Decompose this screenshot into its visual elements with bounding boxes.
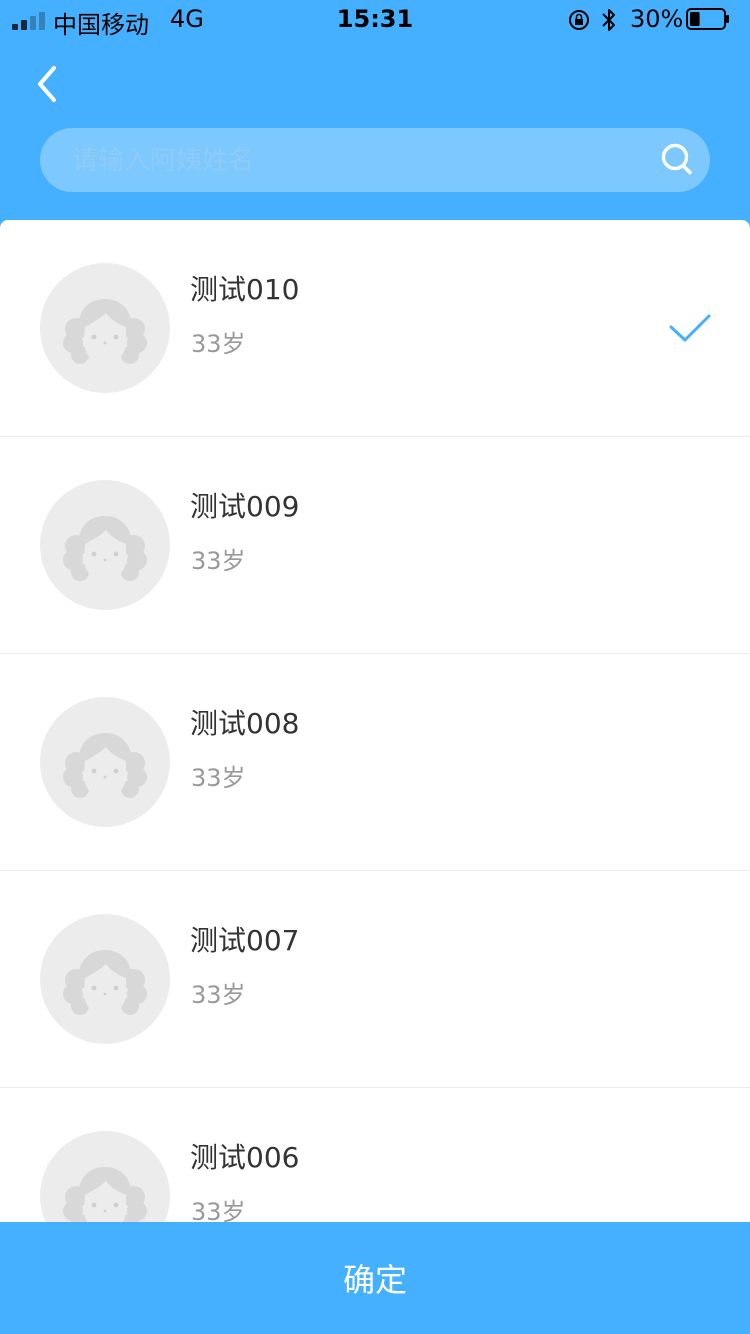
- caregiver-row[interactable]: 测试008 33岁: [0, 654, 750, 871]
- battery-percent: 30%: [630, 5, 684, 33]
- search-bar: [40, 128, 710, 194]
- caregiver-list: 测试010 33岁 测试009 33岁 测试008 33岁 测试007 33岁 测试00…: [0, 220, 750, 1222]
- caregiver-age: 33岁: [191, 764, 246, 792]
- avatar: [40, 1131, 170, 1222]
- caregiver-name: 测试007: [190, 924, 300, 957]
- avatar: [40, 914, 170, 1044]
- header: 中国移动 4G 15:31 30%: [0, 0, 750, 240]
- orientation-lock-icon: [569, 10, 589, 30]
- back-button[interactable]: [22, 58, 74, 110]
- check-icon: [669, 314, 711, 342]
- battery-icon: [686, 8, 729, 30]
- caregiver-name: 测试006: [190, 1141, 300, 1174]
- caregiver-name: 测试008: [190, 707, 300, 740]
- chevron-left-icon: [38, 66, 56, 102]
- avatar: [40, 480, 170, 610]
- caregiver-name: 测试009: [190, 490, 300, 523]
- caregiver-row[interactable]: 测试010 33岁: [0, 220, 750, 437]
- caregiver-row[interactable]: 测试007 33岁: [0, 871, 750, 1088]
- search-input[interactable]: [70, 128, 634, 194]
- caregiver-age: 33岁: [191, 330, 246, 358]
- confirm-button[interactable]: 确定: [0, 1222, 750, 1334]
- status-bar: 中国移动 4G 15:31 30%: [0, 0, 750, 40]
- caregiver-age: 33岁: [191, 1198, 246, 1222]
- bluetooth-icon: [602, 9, 615, 31]
- caregiver-name: 测试010: [190, 273, 300, 306]
- caregiver-row[interactable]: 测试009 33岁: [0, 437, 750, 654]
- avatar: [40, 697, 170, 827]
- caregiver-age: 33岁: [191, 981, 246, 1009]
- caregiver-row[interactable]: 测试006 33岁: [0, 1088, 750, 1222]
- caregiver-age: 33岁: [191, 547, 246, 575]
- avatar: [40, 263, 170, 393]
- search-icon[interactable]: [660, 142, 696, 178]
